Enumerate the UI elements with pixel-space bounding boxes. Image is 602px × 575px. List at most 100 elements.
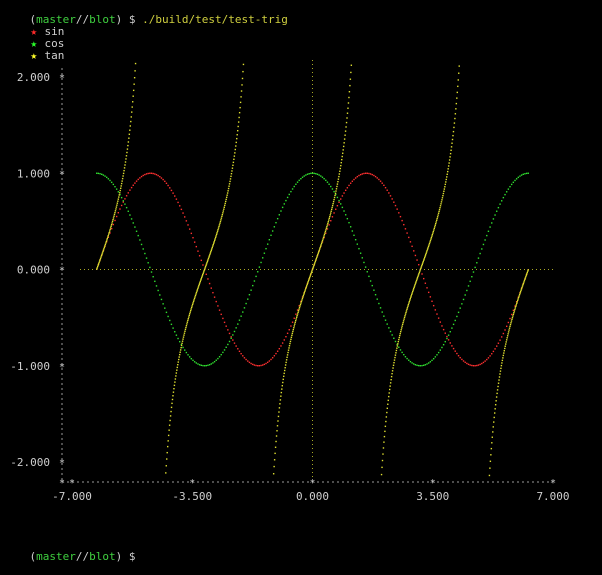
data-point-tan bbox=[518, 293, 521, 296]
data-point-sin bbox=[482, 361, 485, 364]
data-point-sin bbox=[341, 195, 344, 197]
terminal-window: (master//blot) $ ./build/test/test-trig … bbox=[0, 0, 602, 563]
data-point-sin bbox=[509, 317, 511, 320]
data-point-cos bbox=[145, 257, 148, 259]
data-point-tan bbox=[220, 217, 223, 219]
data-point-tan bbox=[519, 290, 522, 293]
data-point-tan bbox=[425, 252, 427, 255]
data-point-sin bbox=[291, 321, 294, 323]
data-point-tan bbox=[302, 294, 305, 297]
data-point-sin bbox=[501, 336, 503, 338]
data-point-tan bbox=[296, 314, 298, 317]
data-point-sin bbox=[364, 172, 367, 174]
data-point-sin bbox=[207, 278, 209, 280]
data-point-tan bbox=[175, 372, 178, 374]
data-point-cos bbox=[245, 302, 247, 305]
data-point-sin bbox=[174, 195, 176, 197]
data-point-tan bbox=[347, 107, 349, 109]
data-point-sin bbox=[286, 332, 289, 334]
data-point-tan bbox=[200, 278, 202, 280]
data-point-tan bbox=[505, 339, 508, 341]
data-point-tan bbox=[219, 222, 221, 224]
data-point-tan bbox=[496, 392, 498, 395]
data-point-sin bbox=[369, 173, 372, 175]
data-point-sin bbox=[461, 358, 463, 361]
data-point-cos bbox=[195, 362, 198, 364]
data-point-tan bbox=[526, 273, 528, 275]
data-point-tan bbox=[190, 309, 192, 312]
data-point-sin bbox=[340, 198, 342, 200]
data-point-sin bbox=[431, 300, 433, 302]
data-point-cos bbox=[404, 356, 407, 358]
data-point-tan bbox=[173, 384, 176, 387]
data-point-tan bbox=[134, 62, 137, 65]
data-point-cos bbox=[431, 359, 433, 362]
data-point-tan bbox=[507, 333, 509, 335]
data-point-tan bbox=[389, 388, 391, 391]
data-point-tan bbox=[455, 108, 457, 110]
data-point-tan bbox=[508, 329, 510, 331]
data-point-tan bbox=[201, 276, 203, 279]
data-point-tan bbox=[457, 79, 459, 81]
data-point-cos bbox=[198, 364, 201, 366]
data-point-cos bbox=[326, 181, 329, 183]
data-point-sin bbox=[240, 352, 242, 355]
data-point-tan bbox=[132, 101, 134, 103]
data-point-tan bbox=[178, 358, 180, 361]
data-point-cos bbox=[271, 230, 274, 232]
data-point-tan bbox=[308, 278, 310, 280]
data-point-tan bbox=[232, 161, 235, 164]
data-point-tan bbox=[384, 430, 386, 433]
data-point-cos bbox=[418, 364, 420, 367]
data-point-tan bbox=[107, 236, 109, 238]
data-point-tan bbox=[120, 182, 123, 185]
data-point-cos bbox=[467, 285, 470, 287]
data-point-sin bbox=[464, 361, 466, 364]
data-point-sin bbox=[439, 321, 441, 323]
data-point-tan bbox=[437, 214, 439, 216]
data-point-sin bbox=[184, 216, 186, 218]
data-point-tan bbox=[116, 202, 119, 204]
data-point-sin bbox=[479, 363, 481, 366]
data-point-tan bbox=[187, 318, 190, 320]
data-point-cos bbox=[247, 298, 249, 300]
data-point-sin bbox=[227, 329, 229, 331]
data-point-cos bbox=[262, 257, 264, 259]
data-point-tan bbox=[328, 219, 330, 221]
data-point-sin bbox=[469, 364, 471, 366]
data-point-cos bbox=[504, 193, 506, 196]
data-point-tan bbox=[205, 263, 208, 265]
data-point-tan bbox=[174, 378, 177, 380]
data-point-tan bbox=[187, 319, 189, 322]
data-point-tan bbox=[344, 134, 346, 136]
data-point-tan bbox=[115, 206, 118, 208]
data-point-tan bbox=[128, 137, 130, 139]
data-point-tan bbox=[277, 420, 279, 422]
data-point-tan bbox=[184, 330, 186, 332]
data-point-sin bbox=[432, 304, 435, 307]
data-point-tan bbox=[205, 264, 207, 267]
data-point-tan bbox=[437, 212, 440, 214]
data-point-tan bbox=[223, 206, 225, 208]
data-point-tan bbox=[397, 343, 399, 345]
data-point-tan bbox=[102, 250, 104, 253]
data-point-tan bbox=[347, 102, 350, 104]
data-point-tan bbox=[430, 236, 433, 239]
data-point-cos bbox=[210, 363, 212, 365]
data-point-tan bbox=[417, 274, 420, 276]
data-point-tan bbox=[446, 176, 448, 178]
data-point-tan bbox=[120, 187, 122, 189]
prompt-sep: // bbox=[75, 550, 90, 563]
data-point-tan bbox=[299, 305, 301, 307]
data-point-tan bbox=[331, 206, 333, 209]
data-point-tan bbox=[315, 258, 318, 260]
data-point-cos bbox=[393, 337, 395, 339]
data-point-tan bbox=[513, 310, 516, 312]
data-point-tan bbox=[204, 267, 206, 269]
data-point-tan bbox=[412, 288, 415, 290]
data-point-sin bbox=[177, 201, 179, 204]
data-point-cos bbox=[403, 353, 405, 356]
data-point-tan bbox=[96, 267, 98, 269]
data-point-cos bbox=[336, 196, 339, 199]
y-tick-label: 2.000 bbox=[17, 71, 50, 84]
